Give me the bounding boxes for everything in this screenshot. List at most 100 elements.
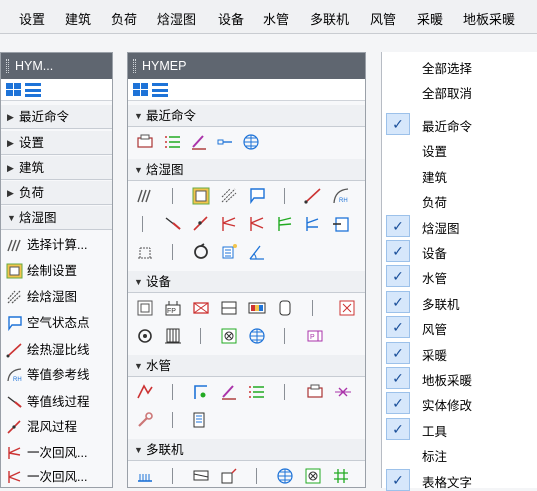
scale-icon[interactable] <box>136 243 154 261</box>
hatch-grid-icon[interactable] <box>332 467 350 485</box>
filter-option[interactable]: 建筑 <box>422 167 447 186</box>
filter-option[interactable]: 表格文字 <box>422 472 472 491</box>
cmd-iso-reference-line[interactable]: RH 等值参考线 <box>1 363 112 387</box>
cmd-heat-moisture-ratio[interactable]: 绘热湿比线 <box>1 338 112 362</box>
list-legend-icon[interactable] <box>248 383 266 401</box>
list-view-icon[interactable] <box>152 83 168 97</box>
cooling-tower-icon[interactable] <box>164 327 182 345</box>
air-mixing-icon[interactable] <box>192 215 210 233</box>
select-all-button[interactable]: 全部选择 <box>422 58 472 77</box>
menu-load[interactable]: 负荷 <box>111 9 137 28</box>
filter-option[interactable]: 采暖 <box>422 345 447 364</box>
pipe-route-icon[interactable] <box>136 383 154 401</box>
menu-building[interactable]: 建筑 <box>65 9 91 28</box>
grid-view-icon[interactable] <box>133 83 148 97</box>
filter-option[interactable]: 水管 <box>422 268 447 287</box>
heat-moisture-ratio-icon[interactable] <box>304 187 322 205</box>
mid-sec-psychrometric[interactable]: ▼ 焓湿图 <box>128 159 365 181</box>
filter-option[interactable]: 设备 <box>422 243 447 262</box>
menu-floor-heating[interactable]: 地板采暖 <box>463 9 515 28</box>
check-icon[interactable]: ✓ <box>386 215 410 237</box>
iso-line-process-icon[interactable] <box>164 215 182 233</box>
menu-duct[interactable]: 风管 <box>370 9 396 28</box>
cmd-select-calc[interactable]: 选择计算... <box>1 233 112 257</box>
left-panel-title-bar[interactable]: HYM... <box>1 53 112 79</box>
grid-view-icon[interactable] <box>6 83 21 97</box>
air-handler-icon[interactable] <box>220 299 238 317</box>
angle-measure-icon[interactable] <box>248 243 266 261</box>
mid-sec-vrf[interactable]: ▼ 多联机 <box>128 439 365 461</box>
check-icon[interactable]: ✓ <box>386 240 410 262</box>
print-icon[interactable] <box>306 383 324 401</box>
grid-icon[interactable] <box>276 467 294 485</box>
valve-icon[interactable] <box>334 383 352 401</box>
menu-vrf[interactable]: 多联机 <box>310 9 349 28</box>
left-cat-recent[interactable]: ▶ 最近命令 <box>1 105 112 129</box>
valve-box-icon[interactable] <box>338 299 356 317</box>
filter-option[interactable]: 地板采暖 <box>422 370 472 389</box>
draw-pen-icon[interactable] <box>190 133 208 151</box>
air-state-point-icon[interactable] <box>248 187 266 205</box>
draw-chart-icon[interactable] <box>220 187 238 205</box>
left-cat-psychrometric[interactable]: ▼ 焓湿图 <box>1 206 112 230</box>
connector-icon[interactable] <box>216 133 234 151</box>
diffuser-icon[interactable] <box>192 299 210 317</box>
menu-heating[interactable]: 采暖 <box>417 9 443 28</box>
filter-option[interactable]: 多联机 <box>422 294 460 313</box>
cmd-draw-chart[interactable]: 绘焓湿图 <box>1 285 112 309</box>
check-icon[interactable]: ✓ <box>386 342 410 364</box>
export-icon[interactable] <box>332 215 350 233</box>
check-icon[interactable]: ✓ <box>386 418 410 440</box>
print-icon[interactable] <box>136 133 154 151</box>
wrench-icon[interactable] <box>136 411 154 429</box>
air-outlet-icon[interactable] <box>220 327 238 345</box>
primary-return-icon[interactable] <box>220 215 238 233</box>
check-icon[interactable]: ✓ <box>386 367 410 389</box>
coil-icon[interactable] <box>220 243 238 261</box>
pump-icon[interactable] <box>136 327 154 345</box>
filter-option[interactable]: 工具 <box>422 421 447 440</box>
menu-settings[interactable]: 设置 <box>19 9 45 28</box>
outdoor-unit-icon[interactable] <box>136 467 154 485</box>
branch-joint-icon[interactable] <box>220 467 238 485</box>
iso-reference-line-icon[interactable]: RH <box>332 187 350 205</box>
menu-water-pipe[interactable]: 水管 <box>263 9 289 28</box>
check-icon[interactable]: ✓ <box>386 316 410 338</box>
filter-option[interactable]: 标注 <box>422 446 447 465</box>
cooling-process-icon[interactable] <box>304 215 322 233</box>
cmd-primary-return-2[interactable]: 一次回风... <box>1 465 112 487</box>
menu-equipment[interactable]: 设备 <box>218 9 244 28</box>
grid-icon[interactable] <box>248 327 266 345</box>
grip-icon[interactable] <box>133 59 136 73</box>
deselect-all-button[interactable]: 全部取消 <box>422 83 472 102</box>
heater-icon[interactable] <box>248 299 266 317</box>
refresh-icon[interactable] <box>192 243 210 261</box>
mid-sec-water-pipe[interactable]: ▼ 水管 <box>128 355 365 377</box>
filter-option[interactable]: 实体修改 <box>422 395 472 414</box>
filter-option[interactable]: 最近命令 <box>422 116 472 135</box>
mid-panel-title-bar[interactable]: HYMEP <box>128 53 365 79</box>
air-outlet-icon[interactable] <box>304 467 322 485</box>
indoor-unit-icon[interactable] <box>192 467 210 485</box>
left-cat-load[interactable]: ▶ 负荷 <box>1 181 112 205</box>
left-cat-building[interactable]: ▶ 建筑 <box>1 156 112 180</box>
cmd-primary-return-1[interactable]: 一次回风... <box>1 441 112 465</box>
primary-return-icon-2[interactable] <box>248 215 266 233</box>
draw-pen-icon[interactable] <box>220 383 238 401</box>
cmd-iso-line-process[interactable]: 等值线过程 <box>1 390 112 414</box>
cmd-air-mixing[interactable]: 混风过程 <box>1 415 112 439</box>
mid-sec-equipment[interactable]: ▼ 设备 <box>128 271 365 293</box>
check-icon[interactable]: ✓ <box>386 265 410 287</box>
mid-sec-recent[interactable]: ▼ 最近命令 <box>128 105 365 127</box>
grid-icon[interactable] <box>242 133 260 151</box>
filter-option[interactable]: 设置 <box>422 141 447 160</box>
left-cat-settings[interactable]: ▶ 设置 <box>1 131 112 155</box>
fan-coil-fp-icon[interactable]: FP <box>164 299 182 317</box>
filter-option[interactable]: 焓湿图 <box>422 218 460 237</box>
list-legend-icon[interactable] <box>164 133 182 151</box>
grip-icon[interactable] <box>6 59 9 73</box>
equipment-box-icon[interactable] <box>136 299 154 317</box>
list-view-icon[interactable] <box>25 83 41 97</box>
filter-option[interactable]: 风管 <box>422 319 447 338</box>
secondary-return-icon[interactable] <box>276 215 294 233</box>
